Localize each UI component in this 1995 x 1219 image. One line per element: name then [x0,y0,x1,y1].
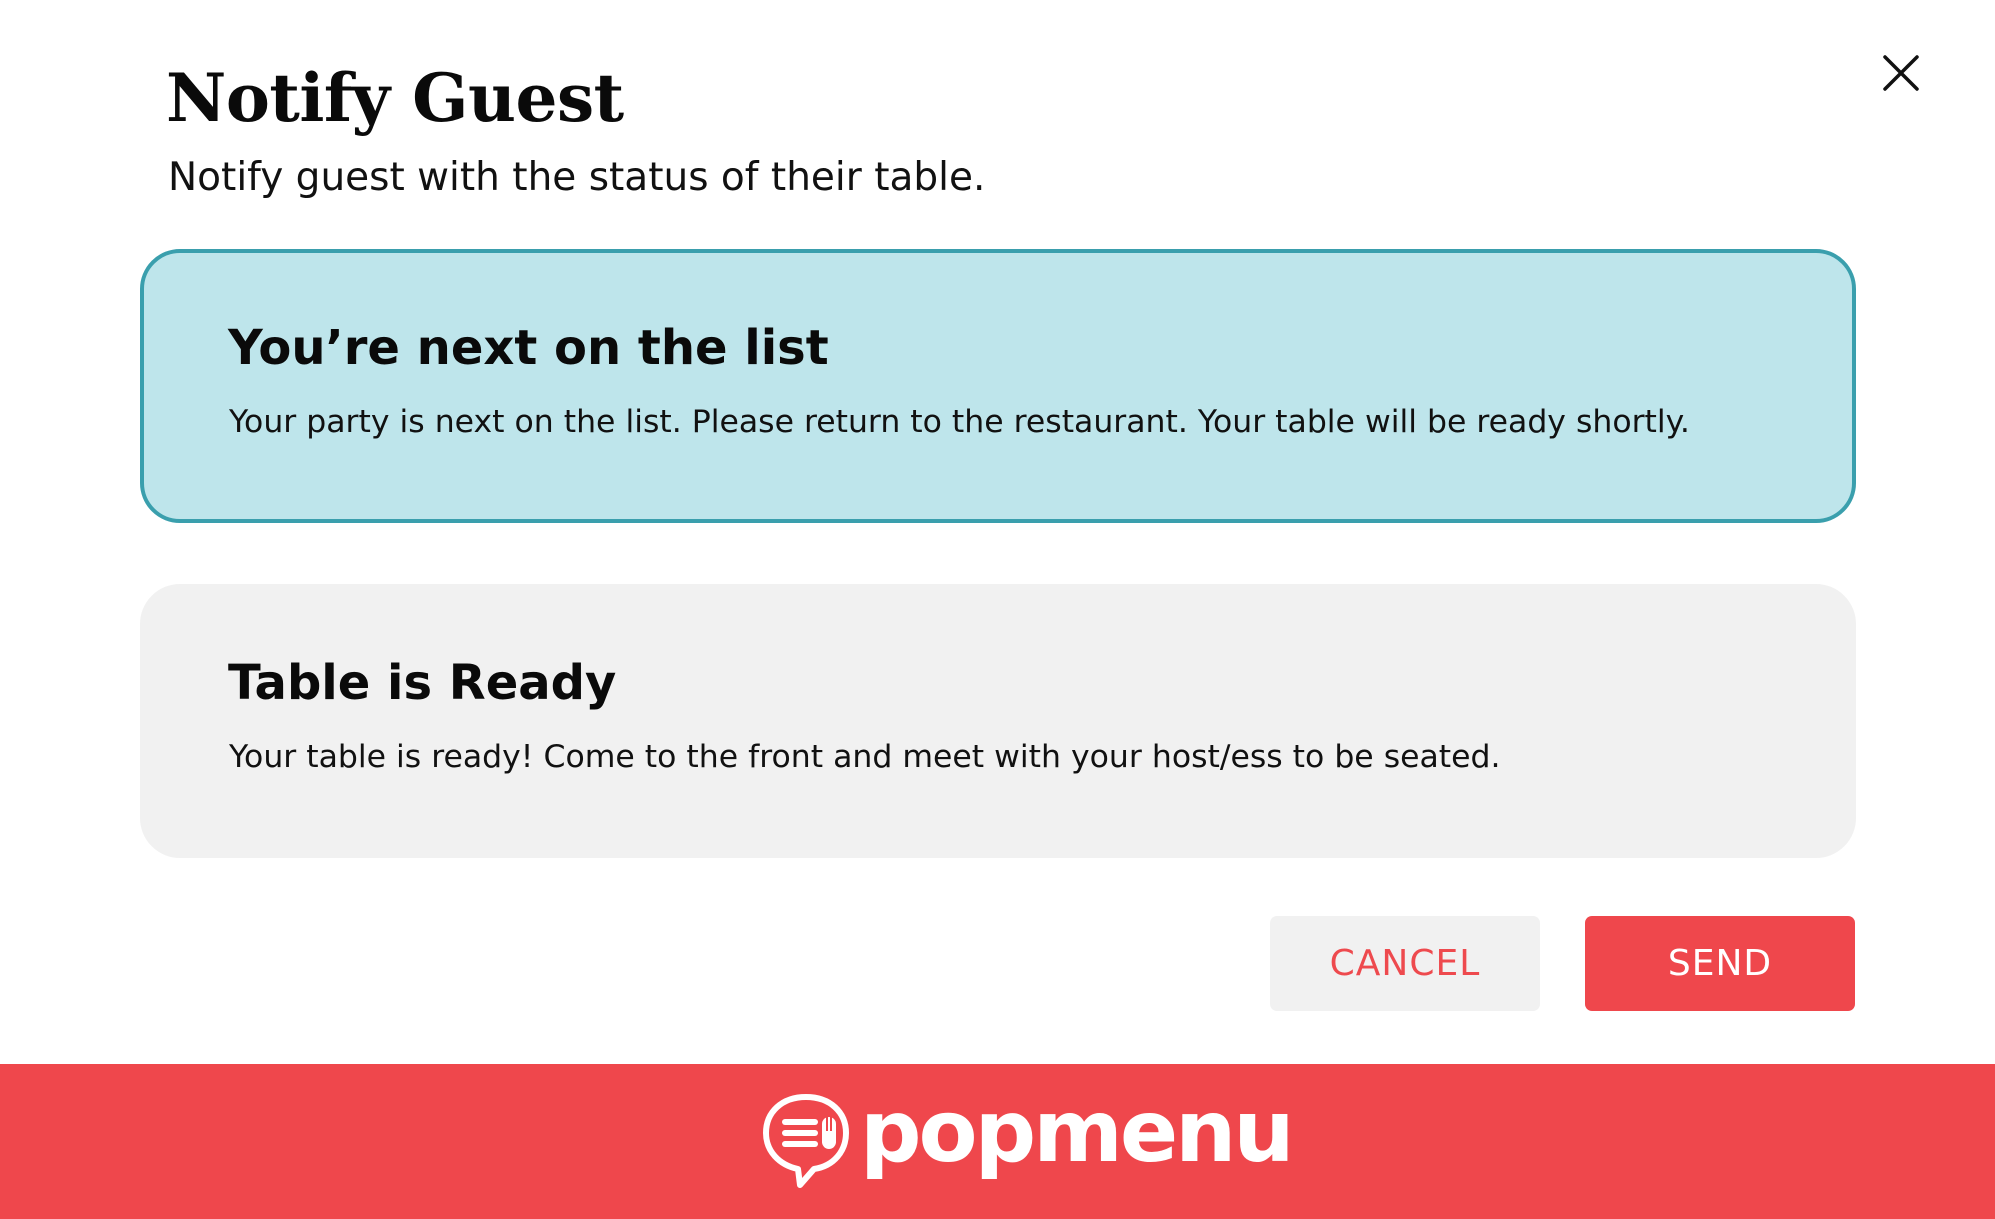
dialog-title: Notify Guest [166,59,624,137]
option-description: Your party is next on the list. Please r… [229,404,1690,440]
dialog-subtitle: Notify guest with the status of their ta… [168,155,986,200]
close-icon [1883,55,1919,91]
brand-logo: popmenu [760,1082,1295,1194]
brand-wordmark: popmenu [860,1082,1295,1182]
close-button[interactable] [1876,48,1926,98]
cancel-button[interactable]: CANCEL [1270,916,1540,1011]
option-card-table-ready[interactable]: Table is Ready Your table is ready! Come… [140,584,1856,858]
option-description: Your table is ready! Come to the front a… [229,739,1501,775]
send-button[interactable]: SEND [1585,916,1855,1011]
chat-bubble-menu-icon [763,1094,849,1188]
option-title: Table is Ready [228,655,617,711]
option-card-next-on-list[interactable]: You’re next on the list Your party is ne… [140,249,1856,523]
option-title: You’re next on the list [228,320,829,376]
footer-bar: popmenu [0,1064,1995,1219]
